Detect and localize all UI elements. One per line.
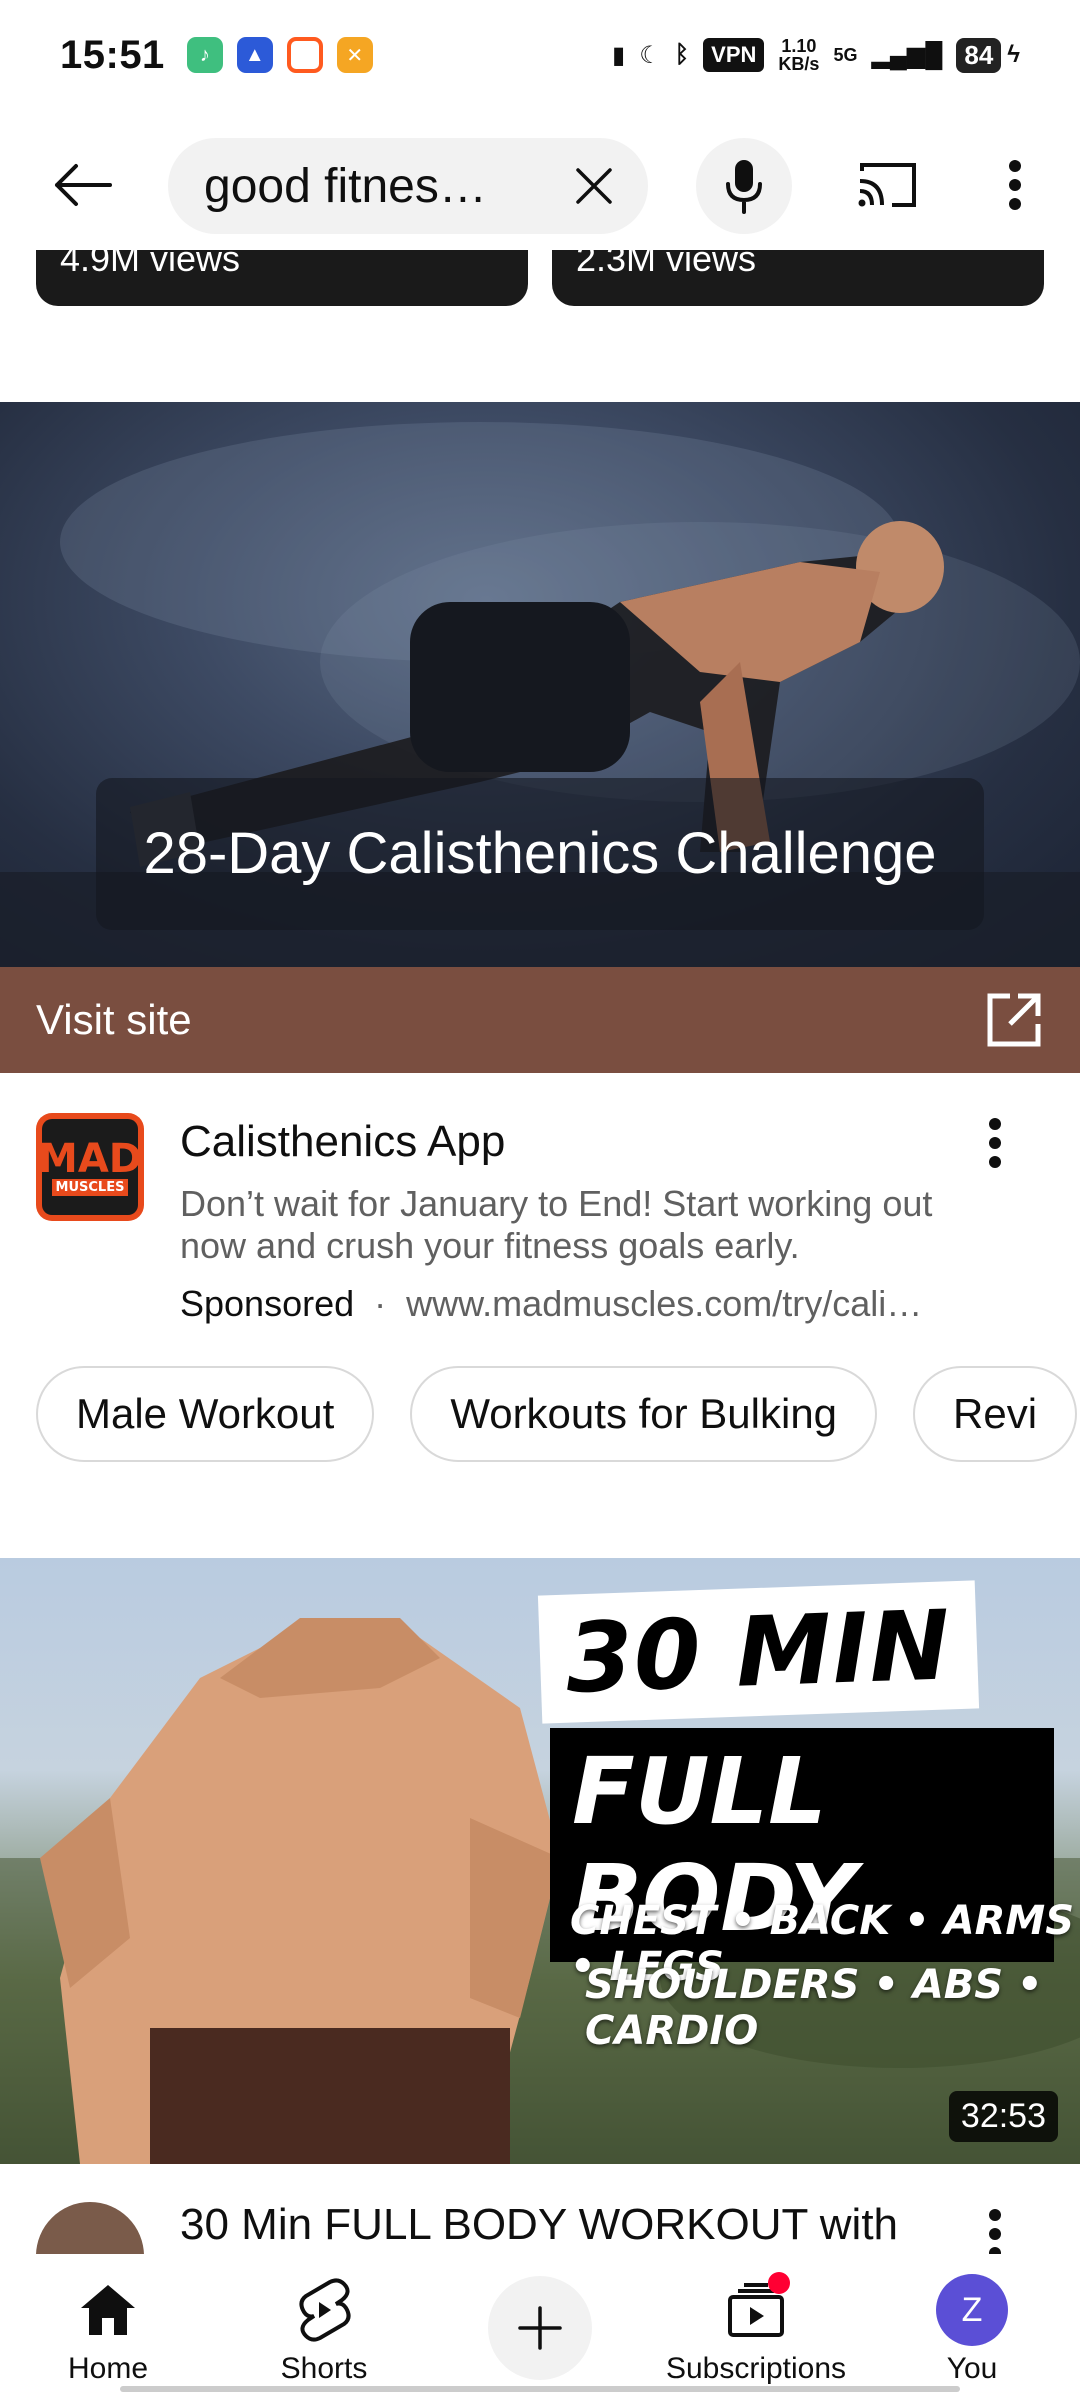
vibrate-icon: ▮ (612, 41, 626, 69)
more-vertical-icon (989, 1118, 1001, 1168)
more-options-button[interactable] (985, 150, 1045, 220)
search-input[interactable]: good fitnes… (168, 138, 648, 234)
network-speed: 1.10 KB/s (778, 37, 819, 73)
nav-you-label: You (946, 2352, 998, 2385)
chip-label: Male Workout (76, 1390, 335, 1437)
ad-banner: 28-Day Calisthenics Challenge (96, 778, 984, 930)
previous-video-card[interactable]: 4.9M views (36, 250, 528, 306)
subscriptions-icon (720, 2272, 792, 2346)
status-app-icons: ♪ ▲ ✕ (186, 37, 373, 73)
nav-create[interactable] (440, 2274, 640, 2380)
thumb-line1: 30 MIN (564, 1589, 953, 1715)
video-duration: 32:53 (948, 2091, 1058, 2142)
nav-you[interactable]: Z You (872, 2274, 1072, 2386)
logo-text-top: MAD (38, 1135, 142, 1182)
status-time: 15:51 (60, 32, 165, 77)
shorts-icon (288, 2274, 360, 2346)
charging-icon: ϟ (1007, 41, 1020, 68)
external-link-icon (987, 993, 1041, 1047)
logo-text-bottom: MUSCLES (51, 1178, 129, 1196)
bluetooth-icon: ᛒ (674, 41, 690, 68)
app-notification-icon (286, 37, 323, 73)
related-search-chips: Male Workout Workouts for Bulking Revi (36, 1366, 1078, 1462)
gesture-bar (120, 2386, 960, 2392)
search-query: good fitnes… (204, 159, 487, 213)
more-vertical-icon (1009, 160, 1021, 210)
moon-icon: ☾ (639, 41, 661, 69)
signal-icon: ▂▄▆█ (871, 41, 943, 69)
battery-level: 84 (956, 37, 1002, 73)
ad-more-options-button[interactable] (975, 1113, 1015, 1173)
app-notification-icon: ✕ (336, 37, 373, 73)
user-initial: Z (961, 2290, 983, 2329)
chip-workouts-for-bulking[interactable]: Workouts for Bulking (410, 1366, 878, 1462)
app-notification-icon: ▲ (236, 37, 273, 73)
clear-search-button[interactable] (564, 156, 624, 216)
channel-avatar[interactable] (36, 2202, 144, 2254)
chip-male-workout[interactable]: Male Workout (36, 1366, 375, 1462)
video-info: 30 Min FULL BODY WORKOUT with (0, 2164, 1080, 2254)
view-count: 4.9M views (60, 250, 241, 279)
notification-dot (768, 2272, 790, 2294)
plus-icon (518, 2306, 562, 2350)
nav-shorts[interactable]: Shorts (224, 2274, 424, 2386)
meta-separator: · (374, 1283, 387, 1324)
video-thumbnail[interactable]: 30 MIN FULL BODY CHEST • BACK • ARMS • L… (0, 1558, 1080, 2164)
thumbnail-duration-text: 30 MIN (537, 1580, 979, 1724)
more-vertical-icon (989, 2209, 1001, 2254)
battery-indicator: 84 ϟ (956, 37, 1020, 73)
nav-home-label: Home (67, 2352, 149, 2385)
ad-meta: Sponsored · www.madmuscles.com/try/cali… (180, 1283, 980, 1325)
ad-title[interactable]: Calisthenics App (180, 1117, 505, 1167)
speed-value: 1.10 (781, 36, 817, 56)
previous-video-card[interactable]: 2.3M views (552, 250, 1044, 306)
visit-site-label: Visit site (36, 996, 192, 1043)
status-indicators: ▮ ☾ ᛒ VPN 1.10 KB/s 5G ▂▄▆█ 84 ϟ (612, 37, 1020, 73)
ad-media[interactable]: 28-Day Calisthenics Challenge (0, 402, 1080, 967)
cast-icon (858, 163, 916, 207)
cast-button[interactable] (850, 150, 926, 220)
chip-label: Workouts for Bulking (450, 1390, 838, 1437)
thumb-line4: SHOULDERS • ABS • CARDIO (585, 1962, 1043, 2054)
nav-shorts-label: Shorts (280, 2352, 368, 2385)
ad-description: Don’t wait for January to End! Start wor… (180, 1183, 933, 1266)
user-avatar: Z (936, 2274, 1008, 2346)
search-header: good fitnes… (0, 120, 1080, 250)
status-bar: 15:51 ♪ ▲ ✕ ▮ ☾ ᛒ VPN 1.10 KB/s 5G ▂▄▆█ … (0, 0, 1080, 110)
microphone-icon (726, 160, 762, 214)
voice-search-button[interactable] (696, 138, 792, 234)
create-button[interactable] (488, 2276, 592, 2380)
back-arrow-icon (55, 164, 112, 206)
nav-subscriptions-label: Subscriptions (665, 2352, 847, 2385)
visit-site-button[interactable]: Visit site (0, 967, 1080, 1073)
previous-results-row: 4.9M views 2.3M views (0, 250, 1080, 310)
ad-url[interactable]: www.madmuscles.com/try/cali… (406, 1283, 922, 1324)
sponsored-label: Sponsored (180, 1283, 355, 1324)
chip-reviews[interactable]: Revi (913, 1366, 1078, 1462)
back-button[interactable] (48, 150, 118, 220)
home-icon (72, 2274, 144, 2346)
ad-banner-text: 28-Day Calisthenics Challenge (143, 821, 937, 886)
video-title[interactable]: 30 Min FULL BODY WORKOUT with (180, 2200, 898, 2250)
chip-label: Revi (953, 1390, 1038, 1437)
speed-unit: KB/s (778, 54, 820, 74)
close-icon (576, 168, 612, 204)
video-more-options-button[interactable] (975, 2204, 1015, 2254)
nav-subscriptions[interactable]: Subscriptions (656, 2272, 856, 2386)
network-type: 5G (833, 44, 858, 65)
view-count: 2.3M views (576, 250, 757, 279)
advertiser-logo[interactable]: MAD MUSCLES (36, 1113, 144, 1221)
ad-info: MAD MUSCLES Calisthenics App Don’t wait … (0, 1073, 1080, 1353)
bottom-navigation: Home Shorts Subscriptions Z You (0, 2254, 1080, 2400)
nav-home[interactable]: Home (8, 2274, 208, 2386)
vpn-badge: VPN (703, 38, 765, 72)
app-notification-icon: ♪ (186, 37, 223, 73)
